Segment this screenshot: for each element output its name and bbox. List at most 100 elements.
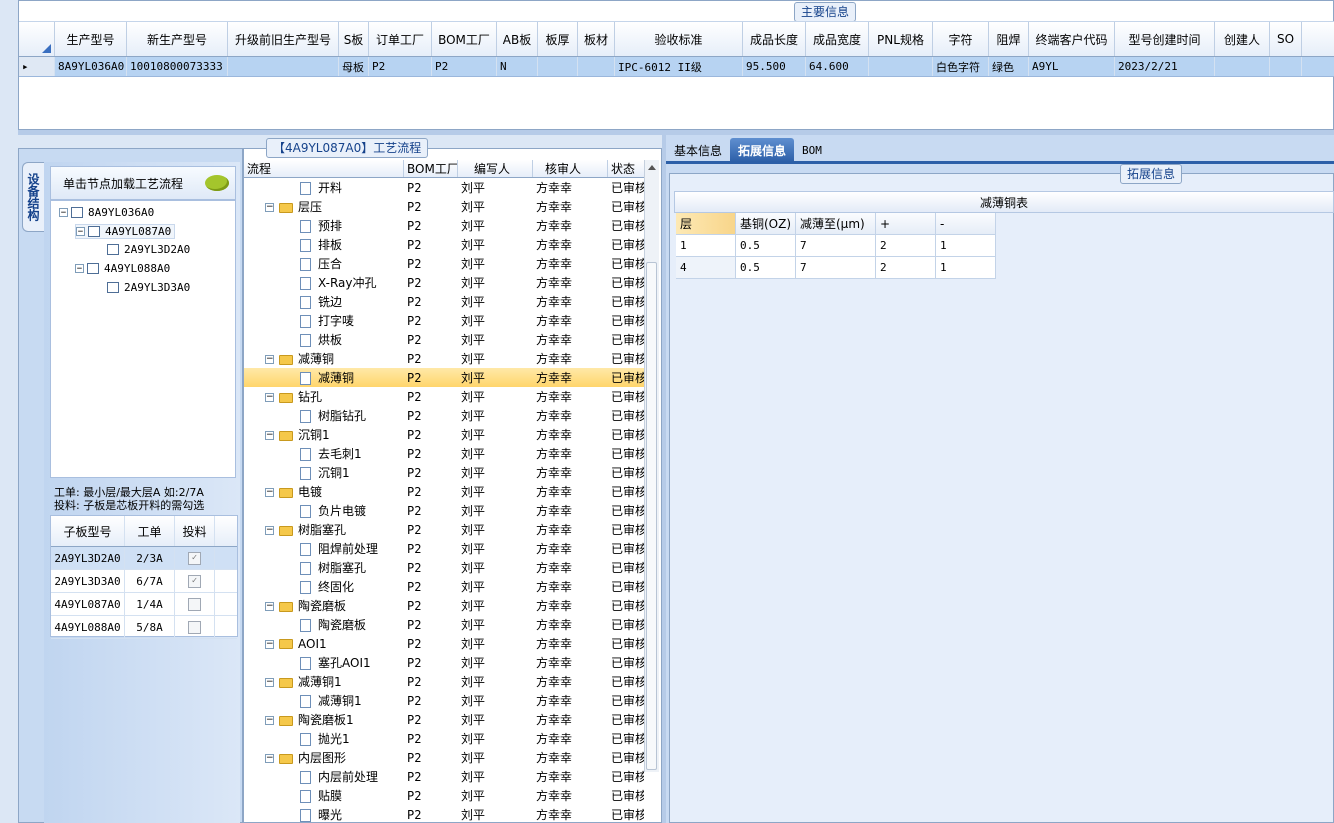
col-header[interactable]: 成品长度: [743, 22, 806, 56]
status-cell[interactable]: 已审核: [608, 236, 644, 253]
process-row[interactable]: 排板 P2 刘平 方幸幸 已审核: [244, 235, 644, 254]
process-row[interactable]: − 电镀 P2 刘平 方幸幸 已审核: [244, 482, 644, 501]
process-name-cell[interactable]: − 减薄铜1: [244, 673, 404, 690]
col-header[interactable]: 终端客户代码: [1029, 22, 1115, 56]
writer-cell[interactable]: 刘平: [458, 654, 533, 671]
reviewer-cell[interactable]: 方幸幸: [533, 198, 608, 215]
bom-factory-cell[interactable]: P2: [404, 466, 458, 480]
col-header[interactable]: 工单: [125, 516, 175, 546]
reviewer-cell[interactable]: 方幸幸: [533, 407, 608, 424]
writer-cell[interactable]: 刘平: [458, 502, 533, 519]
collapse-icon[interactable]: −: [265, 602, 274, 611]
table-row[interactable]: 1 0.5 7 2 1: [676, 235, 996, 257]
bom-factory-cell[interactable]: P2: [404, 352, 458, 366]
process-name-cell[interactable]: − 层压: [244, 198, 404, 215]
writer-cell[interactable]: 刘平: [458, 274, 533, 291]
writer-cell[interactable]: 刘平: [458, 540, 533, 557]
bom-factory-cell[interactable]: P2: [404, 181, 458, 195]
writer-cell[interactable]: 刘平: [458, 369, 533, 386]
scrollbar-thumb[interactable]: [646, 262, 657, 770]
bom-factory-cell[interactable]: P2: [404, 694, 458, 708]
bom-factory-cell[interactable]: P2: [404, 713, 458, 727]
process-name-cell[interactable]: 烘板: [244, 331, 404, 348]
order-cell[interactable]: 1/4A: [125, 593, 175, 615]
main-grid-row[interactable]: ▸ 8A9YL036A0 10010800073333 母板 P2 P2 N I…: [19, 57, 1334, 77]
table-row[interactable]: 4A9YL088A0 5/8A: [51, 616, 237, 639]
reviewer-cell[interactable]: 方幸幸: [533, 445, 608, 462]
status-cell[interactable]: 已审核: [608, 217, 644, 234]
process-row[interactable]: − 钻孔 P2 刘平 方幸幸 已审核: [244, 387, 644, 406]
writer-cell[interactable]: 刘平: [458, 483, 533, 500]
status-cell[interactable]: 已审核: [608, 198, 644, 215]
writer-cell[interactable]: 刘平: [458, 293, 533, 310]
col-header[interactable]: +: [876, 213, 936, 235]
status-cell[interactable]: 已审核: [608, 502, 644, 519]
reviewer-cell[interactable]: 方幸幸: [533, 654, 608, 671]
writer-cell[interactable]: 刘平: [458, 635, 533, 652]
process-name-cell[interactable]: 贴膜: [244, 787, 404, 804]
status-cell[interactable]: 已审核: [608, 331, 644, 348]
process-name-cell[interactable]: − AOI1: [244, 637, 404, 651]
writer-cell[interactable]: 刘平: [458, 806, 533, 823]
plus-tolerance-cell[interactable]: 2: [876, 235, 936, 257]
grid-cell[interactable]: P2: [369, 57, 432, 76]
process-row[interactable]: 打字唛 P2 刘平 方幸幸 已审核: [244, 311, 644, 330]
process-row[interactable]: 抛光1 P2 刘平 方幸幸 已审核: [244, 729, 644, 748]
process-row[interactable]: − 树脂塞孔 P2 刘平 方幸幸 已审核: [244, 520, 644, 539]
grid-cell[interactable]: P2: [432, 57, 497, 76]
writer-cell[interactable]: 刘平: [458, 521, 533, 538]
status-cell[interactable]: 已审核: [608, 521, 644, 538]
sub-model-cell[interactable]: 2A9YL3D3A0: [51, 570, 125, 592]
reviewer-cell[interactable]: 方幸幸: [533, 483, 608, 500]
reviewer-cell[interactable]: 方幸幸: [533, 521, 608, 538]
scroll-up-arrow-icon[interactable]: [648, 165, 656, 170]
grid-cell[interactable]: A9YL: [1029, 57, 1115, 76]
col-header[interactable]: 新生产型号: [127, 22, 228, 56]
grid-cell[interactable]: 母板: [339, 57, 369, 76]
writer-cell[interactable]: 刘平: [458, 331, 533, 348]
process-name-cell[interactable]: 阻焊前处理: [244, 540, 404, 557]
writer-cell[interactable]: 刘平: [458, 597, 533, 614]
writer-cell[interactable]: 刘平: [458, 350, 533, 367]
grid-cell[interactable]: [1215, 57, 1270, 76]
tree-node-selected[interactable]: − 4A9YL087A0: [75, 224, 176, 239]
writer-cell[interactable]: 刘平: [458, 388, 533, 405]
col-header[interactable]: 子板型号: [51, 516, 125, 546]
writer-cell[interactable]: 刘平: [458, 217, 533, 234]
col-header[interactable]: 生产型号: [55, 22, 127, 56]
reviewer-cell[interactable]: 方幸幸: [533, 711, 608, 728]
grid-cell[interactable]: 2023/2/21: [1115, 57, 1215, 76]
col-header[interactable]: 层: [676, 213, 736, 235]
reviewer-cell[interactable]: 方幸幸: [533, 217, 608, 234]
grid-cell[interactable]: N: [497, 57, 538, 76]
status-cell[interactable]: 已审核: [608, 787, 644, 804]
writer-cell[interactable]: 刘平: [458, 787, 533, 804]
reviewer-cell[interactable]: 方幸幸: [533, 255, 608, 272]
process-row[interactable]: − 减薄铜 P2 刘平 方幸幸 已审核: [244, 349, 644, 368]
col-header[interactable]: SO: [1270, 22, 1302, 56]
writer-cell[interactable]: 刘平: [458, 426, 533, 443]
process-name-cell[interactable]: − 树脂塞孔: [244, 521, 404, 538]
bom-factory-cell[interactable]: P2: [404, 751, 458, 765]
base-copper-cell[interactable]: 0.5: [736, 235, 796, 257]
reviewer-cell[interactable]: 方幸幸: [533, 787, 608, 804]
process-row[interactable]: 负片电镀 P2 刘平 方幸幸 已审核: [244, 501, 644, 520]
writer-cell[interactable]: 刘平: [458, 578, 533, 595]
writer-cell[interactable]: 刘平: [458, 692, 533, 709]
bom-factory-cell[interactable]: P2: [404, 561, 458, 575]
table-row[interactable]: 2A9YL3D2A0 2/3A ✓: [51, 547, 237, 570]
col-header[interactable]: 验收标准: [615, 22, 743, 56]
minus-tolerance-cell[interactable]: 1: [936, 235, 996, 257]
bom-factory-cell[interactable]: P2: [404, 295, 458, 309]
bom-factory-cell[interactable]: P2: [404, 409, 458, 423]
process-row[interactable]: 树脂钻孔 P2 刘平 方幸幸 已审核: [244, 406, 644, 425]
writer-cell[interactable]: 刘平: [458, 445, 533, 462]
tree-node[interactable]: − 4A9YL088A0: [75, 262, 170, 275]
col-header[interactable]: S板: [339, 22, 369, 56]
bom-factory-cell[interactable]: P2: [404, 675, 458, 689]
tree-node[interactable]: 2A9YL3D3A0: [107, 281, 190, 294]
reviewer-cell[interactable]: 方幸幸: [533, 179, 608, 196]
table-row[interactable]: 4A9YL087A0 1/4A: [51, 593, 237, 616]
reviewer-cell[interactable]: 方幸幸: [533, 274, 608, 291]
status-cell[interactable]: 已审核: [608, 635, 644, 652]
